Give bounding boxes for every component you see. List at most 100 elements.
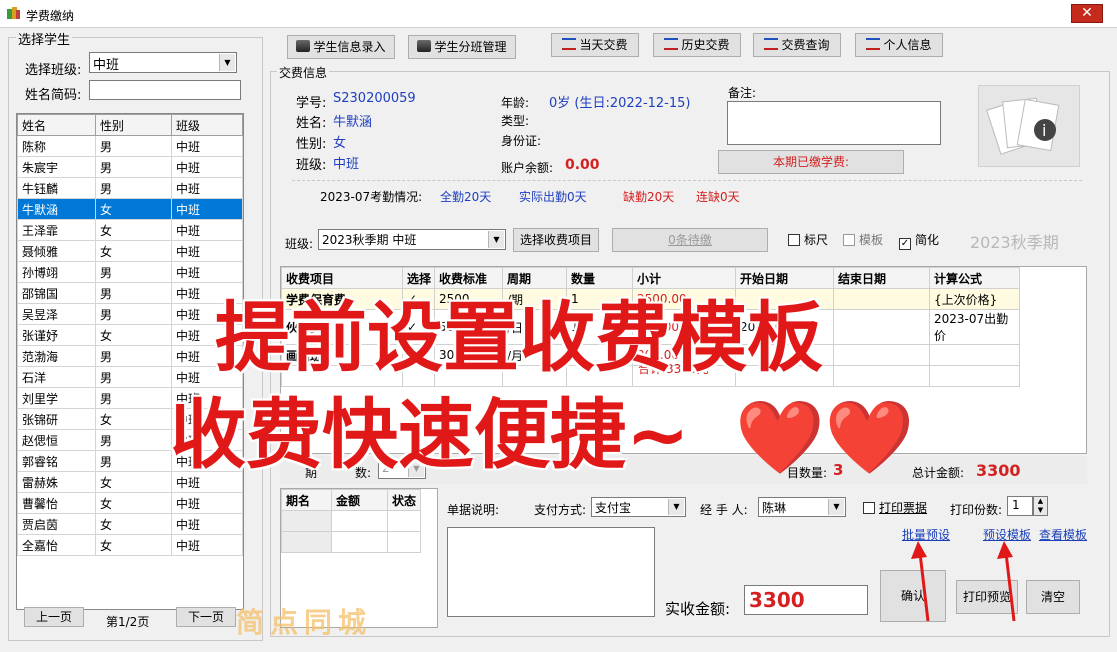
balance-label: 账户余额: bbox=[501, 161, 554, 175]
fee-end-cell bbox=[833, 309, 930, 345]
fee-formula-cell: {上次价格} bbox=[929, 288, 1020, 310]
select-fee-items-button[interactable]: 选择收费项目 bbox=[513, 228, 599, 252]
view-template-link[interactable]: 查看模板 bbox=[1039, 526, 1087, 543]
student-name-cell: 朱宸宇 bbox=[17, 156, 96, 178]
student-class-cell: 中班 bbox=[171, 492, 243, 514]
paid-this-term-button[interactable]: 本期已缴学费: bbox=[718, 150, 904, 174]
col-fee-item[interactable]: 收费项目 bbox=[281, 267, 403, 289]
student-list: 姓名 性别 班级 陈称男中班 朱宸宇男中班 牛钰麟男中班 牛默涵女中班 王泽霏女中班 聂倾… bbox=[16, 113, 244, 610]
col-name[interactable]: 姓名 bbox=[17, 114, 96, 136]
remark-input[interactable] bbox=[727, 101, 941, 145]
col-period[interactable]: 周期 bbox=[502, 267, 567, 289]
col-quantity[interactable]: 数量 bbox=[566, 267, 633, 289]
title-bar: 学费缴纳 ✕ bbox=[0, 0, 1117, 28]
print-receipt-option[interactable]: 打印票据 bbox=[863, 499, 927, 516]
attendance-actual: 实际出勤0天 bbox=[519, 190, 587, 204]
student-row[interactable]: 吴昱泽男中班 bbox=[17, 303, 243, 325]
student-row[interactable]: 陈称男中班 bbox=[17, 135, 243, 157]
app-icon bbox=[7, 7, 20, 19]
col-end-date[interactable]: 结束日期 bbox=[833, 267, 930, 289]
simplified-checkbox[interactable]: ✓ bbox=[899, 238, 911, 250]
col-formula[interactable]: 计算公式 bbox=[929, 267, 1020, 289]
print-receipt-checkbox[interactable] bbox=[863, 502, 875, 514]
student-row[interactable]: 孙博翊男中班 bbox=[17, 261, 243, 283]
student-row[interactable]: 邵锦国男中班 bbox=[17, 282, 243, 304]
student-row[interactable]: 全嘉怡女中班 bbox=[17, 534, 243, 556]
installment-row[interactable] bbox=[281, 531, 421, 553]
promo-line-2: 收费快速便捷~ bbox=[170, 390, 690, 479]
col-class[interactable]: 班级 bbox=[171, 114, 243, 136]
student-gender-cell: 男 bbox=[95, 156, 172, 178]
gender-label: 性别: bbox=[296, 137, 327, 152]
col-start-date[interactable]: 开始日期 bbox=[735, 267, 834, 289]
today-fee-icon bbox=[562, 38, 577, 50]
pending-items-button[interactable]: 0条待缴 bbox=[612, 228, 768, 252]
col-subtotal[interactable]: 小计 bbox=[632, 267, 736, 289]
student-name-cell: 赵偲恒 bbox=[17, 429, 96, 451]
copies-input[interactable]: 1 bbox=[1007, 496, 1033, 516]
fee-end-cell bbox=[833, 344, 930, 366]
student-row[interactable]: 聂倾雅女中班 bbox=[17, 240, 243, 262]
close-button[interactable]: ✕ bbox=[1071, 4, 1103, 23]
student-row[interactable]: 王泽霏女中班 bbox=[17, 219, 243, 241]
student-row[interactable]: 贾启茵女中班 bbox=[17, 513, 243, 535]
student-class-cell: 中班 bbox=[171, 219, 243, 241]
student-row[interactable]: 张谨妤女中班 bbox=[17, 324, 243, 346]
student-row[interactable]: 牛钰麟男中班 bbox=[17, 177, 243, 199]
name-value: 牛默涵 bbox=[333, 115, 373, 130]
student-row[interactable]: 范渤海男中班 bbox=[17, 345, 243, 367]
ruler-checkbox[interactable] bbox=[788, 234, 800, 246]
personal-info-button[interactable]: 个人信息 bbox=[855, 33, 943, 57]
student-gender-cell: 男 bbox=[95, 282, 172, 304]
installment-row[interactable] bbox=[281, 510, 421, 532]
col-status[interactable]: 状态 bbox=[387, 489, 421, 511]
fee-info-label: 交费信息 bbox=[277, 64, 330, 81]
class-manage-button[interactable]: 学生分班管理 bbox=[408, 35, 516, 59]
annotation-arrows bbox=[911, 541, 1016, 622]
next-page-button[interactable]: 下一页 bbox=[176, 607, 236, 627]
handler-select[interactable]: 陈琳 ▼ bbox=[758, 497, 846, 517]
payment-method-select[interactable]: 支付宝 ▼ bbox=[591, 497, 686, 517]
class-select[interactable]: 中班 ▼ bbox=[89, 52, 237, 73]
personal-info-icon bbox=[866, 38, 881, 50]
student-no-label: 学号: bbox=[296, 96, 327, 111]
student-row[interactable]: 牛默涵女中班 bbox=[17, 198, 243, 220]
template-checkbox[interactable] bbox=[843, 234, 855, 246]
student-row[interactable]: 石洋男中班 bbox=[17, 366, 243, 388]
term-select[interactable]: 2023秋季期 中班 ▼ bbox=[318, 229, 506, 250]
simplified-option[interactable]: ✓ 简化 bbox=[899, 231, 939, 250]
svg-text:i: i bbox=[1042, 121, 1046, 140]
col-period-name[interactable]: 期名 bbox=[281, 489, 332, 511]
student-gender-cell: 女 bbox=[95, 240, 172, 262]
student-name-cell: 贾启茵 bbox=[17, 513, 96, 535]
today-fee-button[interactable]: 当天交费 bbox=[551, 33, 639, 57]
copies-stepper[interactable]: ▲ ▼ bbox=[1033, 496, 1048, 516]
class-manage-icon bbox=[417, 40, 432, 52]
student-name-cell: 刘里学 bbox=[17, 387, 96, 409]
prev-page-button[interactable]: 上一页 bbox=[24, 607, 84, 627]
student-gender-cell: 女 bbox=[95, 219, 172, 241]
receipt-note-input[interactable] bbox=[447, 527, 655, 617]
student-class-cell: 中班 bbox=[171, 198, 243, 220]
class-select-value: 中班 bbox=[93, 58, 120, 73]
fee-end-cell bbox=[833, 288, 930, 310]
actual-amount-input[interactable]: 3300 bbox=[744, 585, 868, 615]
student-name-cell: 陈称 bbox=[17, 135, 96, 157]
student-entry-icon bbox=[296, 40, 311, 52]
student-row[interactable]: 曹馨怡女中班 bbox=[17, 492, 243, 514]
student-name-cell: 曹馨怡 bbox=[17, 492, 96, 514]
attendance-full: 全勤20天 bbox=[440, 190, 492, 204]
chevron-down-icon: ▼ bbox=[488, 231, 504, 248]
col-select[interactable]: 选择 bbox=[402, 267, 435, 289]
col-amount[interactable]: 金额 bbox=[331, 489, 388, 511]
col-standard[interactable]: 收费标准 bbox=[434, 267, 503, 289]
student-entry-button[interactable]: 学生信息录入 bbox=[287, 35, 395, 59]
name-abbr-input[interactable] bbox=[89, 80, 241, 100]
fee-query-button[interactable]: 交费查询 bbox=[753, 33, 841, 57]
student-class-cell: 中班 bbox=[171, 534, 243, 556]
ruler-option[interactable]: 标尺 bbox=[788, 231, 828, 248]
student-row[interactable]: 朱宸宇男中班 bbox=[17, 156, 243, 178]
history-fee-button[interactable]: 历史交费 bbox=[653, 33, 741, 57]
col-gender[interactable]: 性别 bbox=[95, 114, 172, 136]
template-option[interactable]: 模板 bbox=[843, 231, 883, 248]
